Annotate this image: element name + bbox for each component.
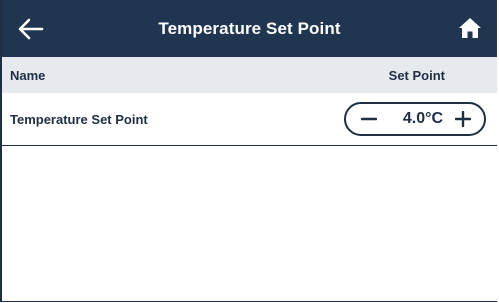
set-point-value: 4.0°C <box>402 110 444 127</box>
table-row: Temperature Set Point 4.0°C <box>2 93 497 146</box>
screen: Temperature Set Point Name Set Point Tem… <box>0 0 497 302</box>
home-icon <box>459 18 481 38</box>
column-header-name: Name <box>10 67 46 83</box>
page-title: Temperature Set Point <box>158 18 341 38</box>
home-button[interactable] <box>455 13 485 43</box>
minus-icon <box>361 117 377 121</box>
column-header-set-point: Set Point <box>388 67 445 83</box>
plus-icon <box>455 111 471 127</box>
increment-button[interactable] <box>452 108 474 130</box>
app-header: Temperature Set Point <box>2 0 497 57</box>
column-header: Name Set Point <box>2 57 497 93</box>
temperature-stepper: 4.0°C <box>344 102 486 136</box>
arrow-left-icon <box>18 18 44 40</box>
decrement-button[interactable] <box>358 108 380 130</box>
row-label: Temperature Set Point <box>10 111 148 127</box>
back-button[interactable] <box>16 14 46 44</box>
